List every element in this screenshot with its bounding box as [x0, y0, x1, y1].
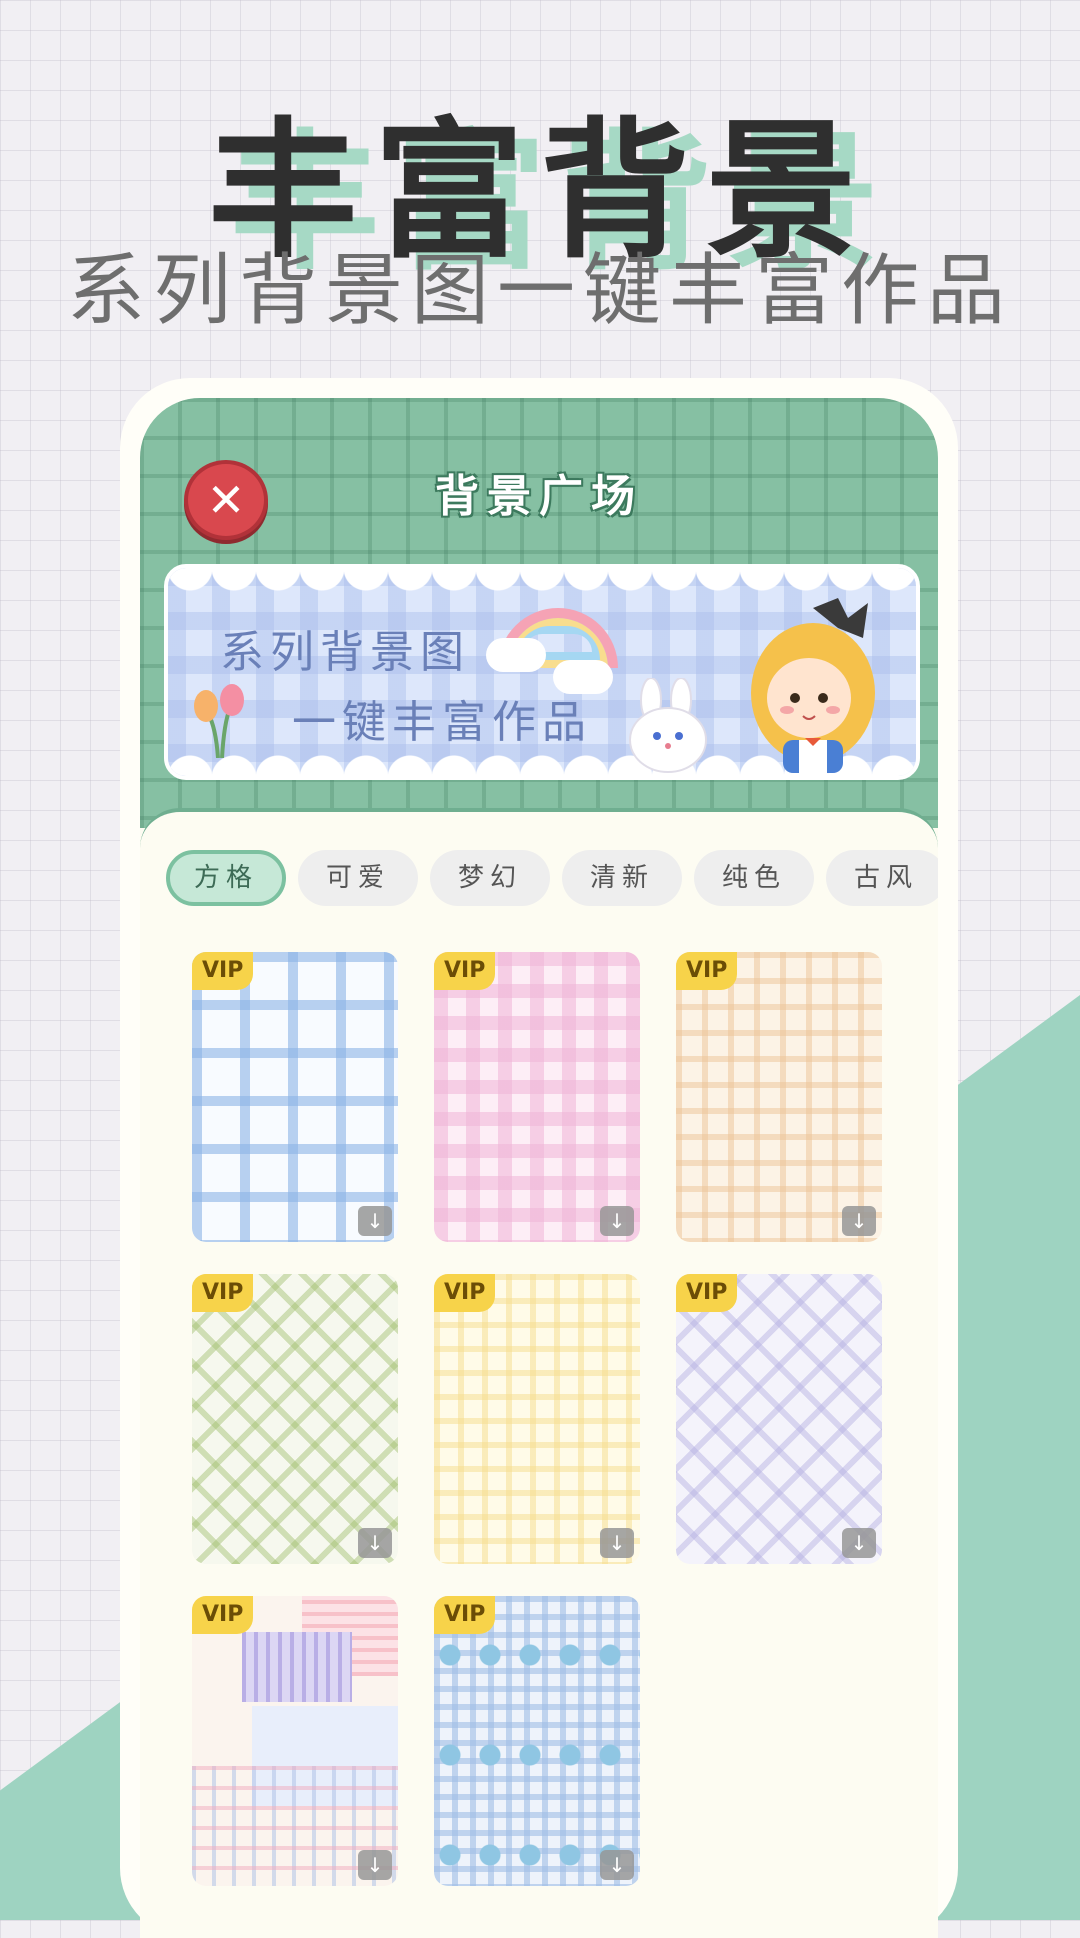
- download-icon[interactable]: ↓: [600, 1206, 634, 1236]
- girl-illustration: [751, 598, 875, 773]
- background-card[interactable]: VIP ↓: [434, 1274, 640, 1564]
- background-card[interactable]: VIP ↓: [192, 1274, 398, 1564]
- download-icon[interactable]: ↓: [600, 1528, 634, 1558]
- vip-badge: VIP: [676, 952, 738, 990]
- download-icon[interactable]: ↓: [358, 1206, 392, 1236]
- tab-grid[interactable]: 方格: [166, 850, 286, 906]
- download-icon[interactable]: ↓: [358, 1528, 392, 1558]
- background-card[interactable]: VIP ↓: [192, 952, 398, 1242]
- tab-dreamy[interactable]: 梦幻: [430, 850, 550, 906]
- banner-line-2: 一键丰富作品: [292, 697, 592, 748]
- tab-fresh[interactable]: 清新: [562, 850, 682, 906]
- vip-badge: VIP: [434, 1596, 496, 1634]
- category-tabs: 方格 可爱 梦幻 清新 纯色 古风: [166, 850, 938, 910]
- vip-badge: VIP: [676, 1274, 738, 1312]
- app-header: ✕ 背景广场 系列背景图 一键丰富作品: [140, 398, 938, 828]
- vip-badge: VIP: [192, 952, 254, 990]
- cloud-icon: [486, 638, 546, 672]
- download-icon[interactable]: ↓: [358, 1850, 392, 1880]
- banner-scallop-top: [168, 568, 916, 598]
- page-title: 背景广场: [435, 471, 643, 522]
- tulip-icon: [194, 684, 244, 758]
- background-card[interactable]: VIP ↓: [676, 952, 882, 1242]
- content-panel: 方格 可爱 梦幻 清新 纯色 古风 VIP ↓ VIP ↓ VIP ↓ VIP ↓ VIP…: [140, 808, 938, 1938]
- background-card[interactable]: VIP ↓: [192, 1596, 398, 1886]
- download-icon[interactable]: ↓: [842, 1206, 876, 1236]
- bunny-illustration: [629, 678, 707, 773]
- background-card[interactable]: VIP ↓: [434, 952, 640, 1242]
- tab-cute[interactable]: 可爱: [298, 850, 418, 906]
- vip-badge: VIP: [434, 952, 496, 990]
- download-icon[interactable]: ↓: [600, 1850, 634, 1880]
- background-card[interactable]: VIP ↓: [434, 1596, 640, 1886]
- cloud-icon: [553, 660, 613, 694]
- banner-line-1: 系列背景图: [220, 627, 470, 678]
- vip-badge: VIP: [434, 1274, 496, 1312]
- download-icon[interactable]: ↓: [842, 1528, 876, 1558]
- cloud-row: [434, 1644, 640, 1666]
- tab-solid[interactable]: 纯色: [694, 850, 814, 906]
- vip-badge: VIP: [192, 1274, 254, 1312]
- vip-badge: VIP: [192, 1596, 254, 1634]
- patch-purple: [242, 1632, 352, 1702]
- tab-ancient[interactable]: 古风: [826, 850, 938, 906]
- app-screen: ✕ 背景广场 系列背景图 一键丰富作品 方格 可爱 梦幻 清新 纯色 古风 VI…: [140, 398, 938, 1938]
- cloud-row: [434, 1744, 640, 1766]
- hero-subtitle: 系列背景图一键丰富作品: [66, 246, 1013, 336]
- promo-banner[interactable]: 系列背景图 一键丰富作品: [164, 564, 920, 780]
- background-card[interactable]: VIP ↓: [676, 1274, 882, 1564]
